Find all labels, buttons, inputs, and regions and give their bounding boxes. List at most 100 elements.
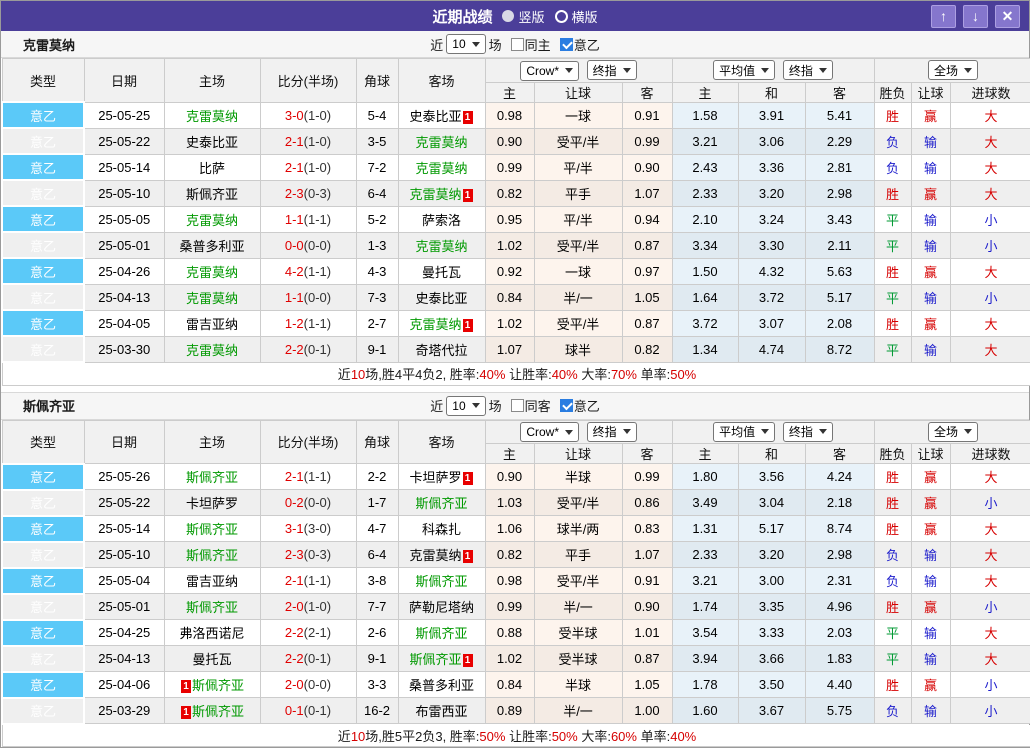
league-cell: 意乙 [2, 206, 84, 232]
same-league-option[interactable]: 意乙 [560, 396, 600, 415]
avg-draw-odds: 3.30 [738, 232, 805, 258]
league-cell: 意乙 [2, 516, 84, 542]
team-label: 克雷莫纳 [409, 548, 461, 563]
corners-cell: 6-4 [356, 180, 398, 206]
same-venue-option[interactable]: 同客 [511, 396, 551, 415]
average-final-select[interactable]: 终指 [783, 422, 833, 442]
avg-away-odds: 2.81 [805, 154, 874, 180]
handicap-result-cell: 输 [911, 232, 950, 258]
result-cell: 平 [874, 646, 911, 672]
league-cell: 意乙 [2, 464, 84, 490]
move-down-button[interactable]: ↓ [963, 5, 988, 28]
goals-result-cell: 小 [950, 672, 1030, 698]
avg-home-odds: 3.21 [672, 568, 738, 594]
fullmatch-select[interactable]: 全场 [928, 422, 978, 442]
bookmaker-final-select[interactable]: 终指 [587, 60, 637, 80]
matches-count-select[interactable]: 10 [446, 396, 485, 416]
goals-result-cell: 大 [950, 516, 1030, 542]
average-select[interactable]: 平均值 [713, 422, 775, 442]
layout-option-vertical[interactable]: 竖版 [502, 7, 544, 26]
avg-home-odds: 2.33 [672, 542, 738, 568]
same-league-label: 意乙 [574, 35, 600, 54]
red-card-badge: 1 [463, 550, 473, 563]
goals-result-cell: 小 [950, 594, 1030, 620]
goals-result-cell: 小 [950, 232, 1030, 258]
home-team-cell: 克雷莫纳 [164, 284, 260, 310]
date-cell: 25-03-30 [84, 336, 164, 362]
average-final-select[interactable]: 终指 [783, 60, 833, 80]
avg-away-odds: 3.43 [805, 206, 874, 232]
corners-cell: 3-5 [356, 128, 398, 154]
score-cell: 2-0(0-0) [260, 672, 356, 698]
move-up-button[interactable]: ↑ [931, 5, 956, 28]
crow-away-odds: 0.87 [622, 232, 672, 258]
summary-row: 近10场,胜4平4负2, 胜率:40% 让胜率:40% 大率:70% 单率:50… [2, 362, 1030, 385]
average-final-value: 终指 [789, 62, 813, 79]
same-league-option[interactable]: 意乙 [560, 35, 600, 54]
date-cell: 25-04-13 [84, 646, 164, 672]
crow-away-odds: 0.90 [622, 594, 672, 620]
crow-home-odds: 0.84 [485, 284, 534, 310]
match-row: 意乙25-05-25克雷莫纳3-0(1-0)5-4史泰比亚10.98一球0.91… [2, 102, 1030, 128]
bookmaker-select[interactable]: Crow* [520, 422, 579, 442]
halftime-score: (0-1) [304, 703, 331, 718]
home-team-cell: 克雷莫纳 [164, 102, 260, 128]
corners-cell: 7-7 [356, 594, 398, 620]
matches-count-select[interactable]: 10 [446, 34, 485, 54]
bookmaker-final-select[interactable]: 终指 [587, 422, 637, 442]
league-cell: 意乙 [2, 258, 84, 284]
matches-count-value: 10 [452, 399, 465, 413]
crow-away-odds: 1.00 [622, 698, 672, 724]
close-button[interactable]: ✕ [995, 5, 1020, 28]
result-cell: 负 [874, 542, 911, 568]
halftime-score: (0-0) [304, 290, 331, 305]
summary-part: 近 [338, 367, 351, 382]
handicap-result-cell: 输 [911, 284, 950, 310]
home-team-cell: 斯佩齐亚 [164, 516, 260, 542]
goals-result-cell: 小 [950, 490, 1030, 516]
team-label: 斯佩齐亚 [186, 548, 238, 563]
avg-away-odds: 4.96 [805, 594, 874, 620]
same-venue-checkbox [511, 399, 524, 412]
away-team-cell: 斯佩齐亚 [398, 490, 485, 516]
goals-result-cell: 小 [950, 284, 1030, 310]
crow-home-odds: 1.02 [485, 646, 534, 672]
match-row: 意乙25-04-13克雷莫纳1-1(0-0)7-3史泰比亚0.84半/一1.05… [2, 284, 1030, 310]
crow-handicap: 一球 [534, 258, 622, 284]
titlebar-center: 近期战绩 竖版 横版 [1, 6, 1029, 27]
red-card-badge: 1 [463, 319, 473, 332]
goals-result-cell: 大 [950, 258, 1030, 284]
layout-option-horizontal[interactable]: 横版 [555, 7, 598, 26]
fullmatch-select-value: 全场 [934, 62, 958, 79]
chevron-down-icon [964, 68, 972, 73]
avg-draw-odds: 3.35 [738, 594, 805, 620]
bookmaker-select[interactable]: Crow* [520, 61, 579, 81]
matches-suffix-label: 场 [489, 396, 502, 415]
team-label: 克雷莫纳 [186, 291, 238, 306]
score-cell: 3-0(1-0) [260, 102, 356, 128]
fulltime-score: 2-1 [285, 134, 304, 149]
avg-draw-odds: 3.06 [738, 128, 805, 154]
crow-away-odds: 1.07 [622, 542, 672, 568]
crow-handicap: 受平/半 [534, 490, 622, 516]
goals-result-cell: 小 [950, 698, 1030, 724]
radio-selected-icon [502, 10, 514, 22]
fulltime-score: 2-3 [285, 547, 304, 562]
bookmaker-select-value: Crow* [526, 64, 559, 78]
summary-part: 单率: [637, 729, 670, 744]
fulltime-score: 2-0 [285, 677, 304, 692]
crow-away-odds: 0.94 [622, 206, 672, 232]
crow-away-odds: 1.01 [622, 620, 672, 646]
corners-cell: 4-7 [356, 516, 398, 542]
team-label: 克雷莫纳 [415, 135, 467, 150]
summary-text: 近10场,胜5平2负3, 胜率:50% 让胜率:50% 大率:60% 单率:40… [338, 729, 696, 744]
average-select[interactable]: 平均值 [713, 60, 775, 80]
result-cell: 平 [874, 336, 911, 362]
avg-home-odds: 3.72 [672, 310, 738, 336]
fullmatch-select[interactable]: 全场 [928, 60, 978, 80]
subcol-avg-draw: 和 [738, 82, 805, 102]
same-venue-option[interactable]: 同主 [511, 35, 551, 54]
halftime-score: (1-1) [304, 316, 331, 331]
subcol-winloss: 胜负 [874, 444, 911, 464]
corners-cell: 2-7 [356, 310, 398, 336]
